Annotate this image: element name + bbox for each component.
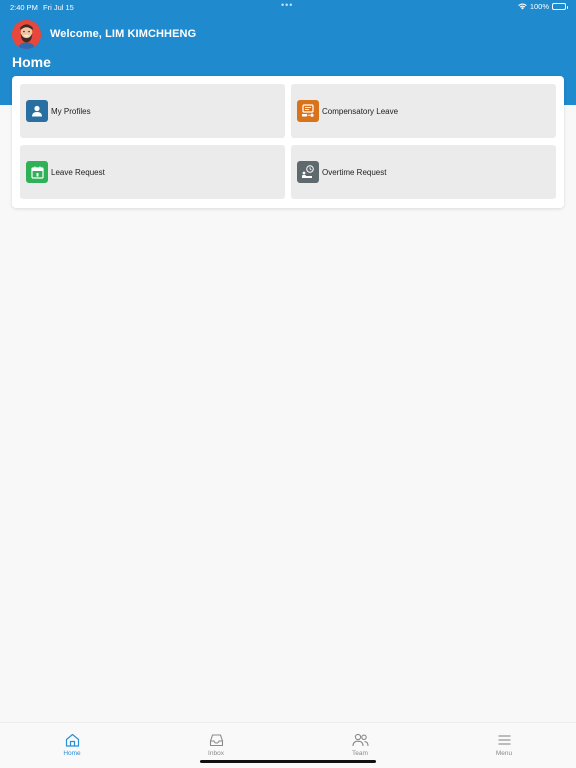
user-profile-icon [26, 100, 48, 122]
tile-label: Leave Request [51, 167, 105, 177]
tile-label: Overtime Request [322, 167, 387, 177]
compensatory-leave-tile[interactable]: Compensatory Leave [291, 84, 556, 138]
leave-request-tile[interactable]: Leave Request [20, 145, 285, 199]
compensatory-leave-icon [297, 100, 319, 122]
tab-label: Inbox [208, 750, 224, 757]
battery-icon [552, 3, 568, 10]
status-indicators: 100% [518, 2, 568, 11]
menu-icon [498, 735, 510, 745]
tab-label: Home [63, 750, 81, 757]
overtime-request-tile[interactable]: Overtime Request [291, 145, 556, 199]
welcome-text: Welcome, LIM KIMCHHENG [50, 28, 197, 40]
status-date: Fri Jul 15 [43, 3, 74, 12]
inbox-icon [209, 734, 223, 747]
tab-label: Menu [495, 750, 513, 757]
tab-team[interactable]: Team [320, 723, 400, 757]
multitasking-dots-icon[interactable]: ••• [281, 0, 293, 10]
overtime-clock-icon [297, 161, 319, 183]
tile-label: Compensatory Leave [322, 106, 399, 116]
tab-home[interactable]: Home [32, 723, 112, 757]
status-bar: 2:40 PM Fri Jul 15 ••• 100% [0, 0, 576, 14]
wifi-icon [518, 3, 527, 10]
my-profiles-tile[interactable]: My Profiles [20, 84, 285, 138]
page-title: Home [12, 54, 51, 70]
home-icon [65, 733, 79, 747]
tab-label: Team [352, 750, 368, 757]
battery-percent: 100% [529, 2, 549, 11]
calendar-icon [26, 161, 48, 183]
tile-label: My Profiles [51, 106, 91, 116]
tab-menu[interactable]: Menu [464, 723, 544, 757]
team-icon [351, 733, 369, 747]
shortcut-card: My Profiles Compensatory Leave Leave Req… [12, 76, 564, 208]
avatar[interactable] [12, 20, 41, 49]
tab-inbox[interactable]: Inbox [176, 723, 256, 757]
home-indicator[interactable] [200, 760, 376, 763]
status-time: 2:40 PM [10, 3, 38, 12]
